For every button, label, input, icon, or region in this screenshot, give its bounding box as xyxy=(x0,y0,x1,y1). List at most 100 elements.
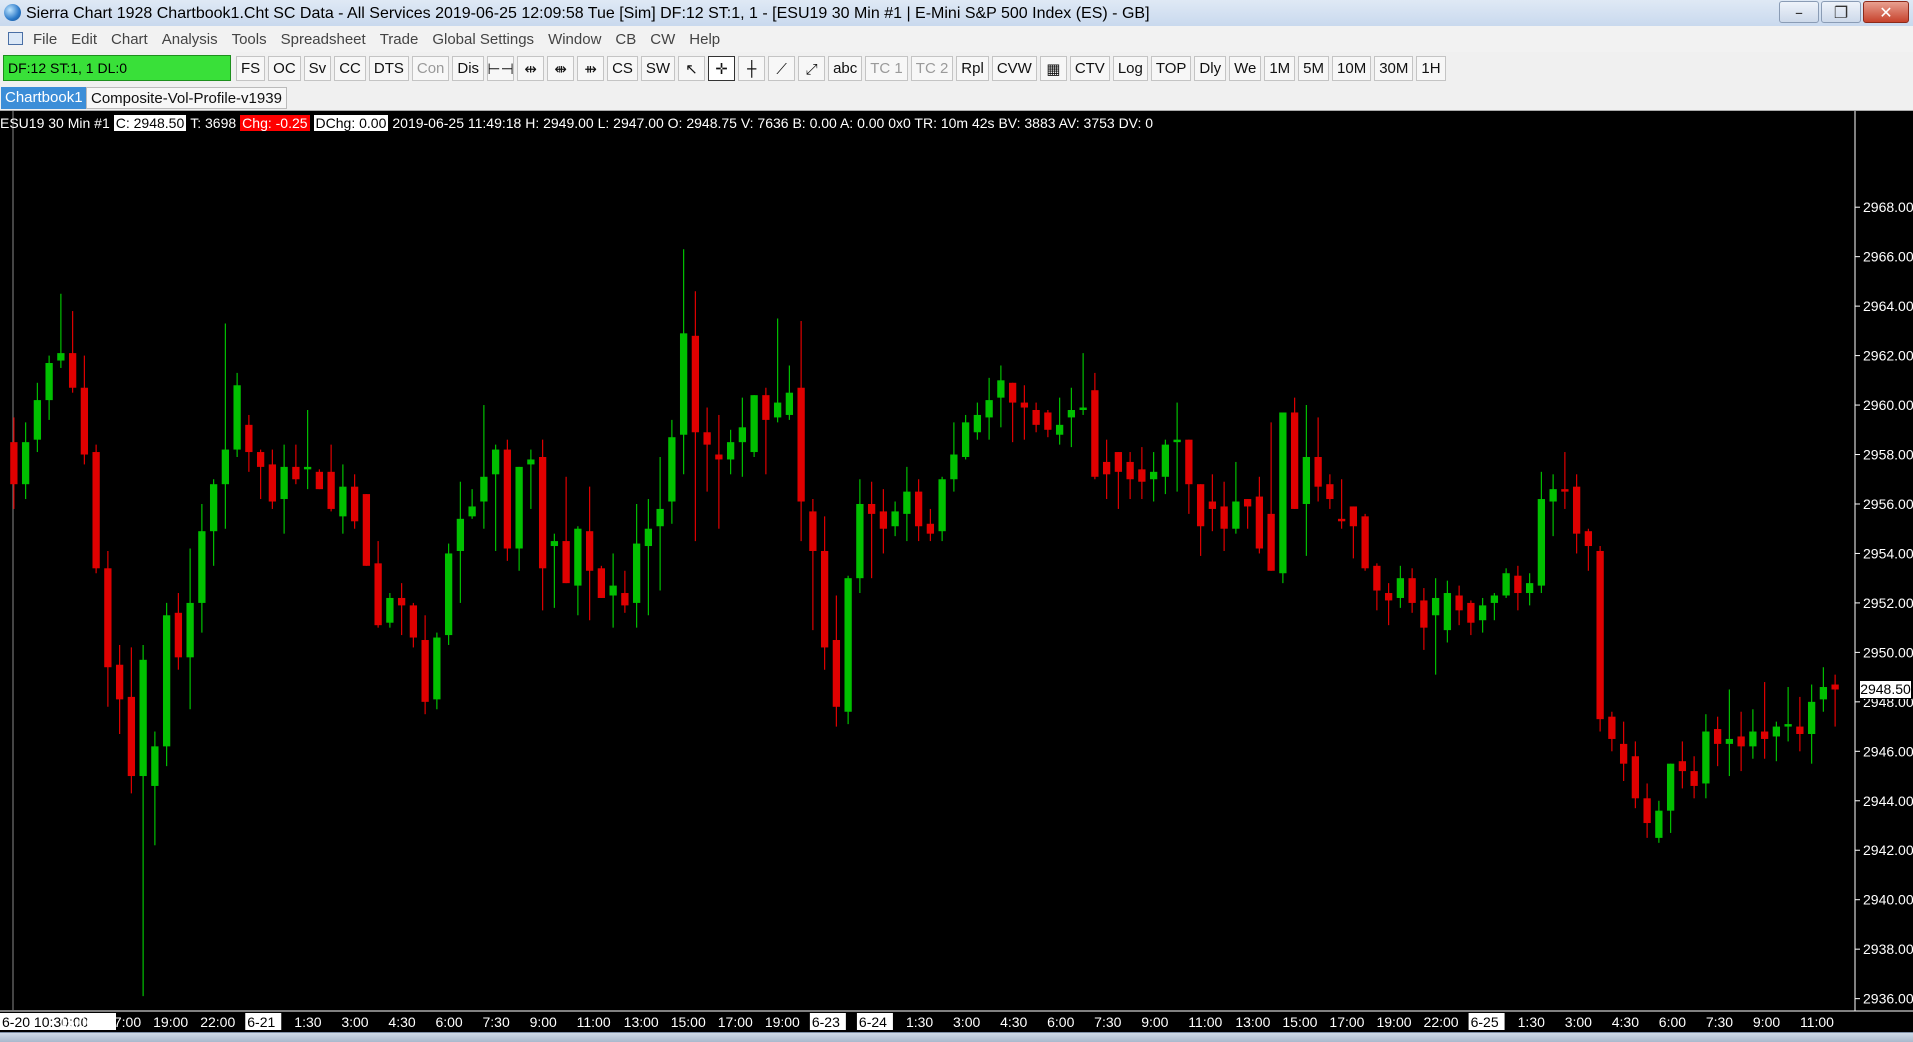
toolbar-button-we[interactable]: We xyxy=(1229,56,1262,81)
restore-icon[interactable]: ❐ xyxy=(1821,1,1861,23)
x-tick-label: 11:00 xyxy=(577,1014,611,1030)
menu-trade[interactable]: Trade xyxy=(380,31,419,48)
info-trades: T: 3698 xyxy=(190,115,237,131)
candle-body xyxy=(409,605,418,638)
menu-cb[interactable]: CB xyxy=(615,31,636,48)
values-icon[interactable]: ┼ xyxy=(738,56,766,81)
toolbar-button-abc[interactable]: abc xyxy=(828,56,863,81)
candle-body xyxy=(597,568,606,598)
toolbar-button-top[interactable]: TOP xyxy=(1150,56,1192,81)
toolbar-button-sv[interactable]: Sv xyxy=(303,56,332,81)
candle-body xyxy=(362,494,371,566)
candle-body xyxy=(1243,499,1252,507)
candle-body xyxy=(151,746,159,786)
x-date-label: 6-23 xyxy=(812,1014,840,1030)
status-indicator[interactable]: DF:12 ST:1, 1 DL:0 xyxy=(3,55,231,81)
toolbar-button-tc-2[interactable]: TC 2 xyxy=(910,56,954,81)
candle-body xyxy=(609,585,617,596)
minimize-icon[interactable]: – xyxy=(1779,1,1819,23)
x-tick-label: 3:00 xyxy=(1565,1014,1592,1030)
toolbar-button-rpl[interactable]: Rpl xyxy=(956,56,989,81)
menu-cw[interactable]: CW xyxy=(650,31,675,48)
menu-global-settings[interactable]: Global Settings xyxy=(432,31,534,48)
y-tick-label: 2952.00 xyxy=(1863,595,1913,611)
info-daily-change: DChg: 0.00 xyxy=(313,115,389,131)
menu-tools[interactable]: Tools xyxy=(232,31,267,48)
toolbar-button-fs[interactable]: FS xyxy=(236,56,266,81)
candle-body xyxy=(1138,469,1146,482)
document-icon[interactable] xyxy=(8,32,23,45)
candle-body xyxy=(1326,484,1334,500)
candle-body xyxy=(1643,798,1651,824)
x-tick-label: 1:30 xyxy=(1518,1014,1545,1030)
toolbar-button-1h[interactable]: 1H xyxy=(1416,56,1446,81)
menu-edit[interactable]: Edit xyxy=(71,31,97,48)
menu-chart[interactable]: Chart xyxy=(111,31,148,48)
x-date-label: 6-24 xyxy=(859,1014,887,1030)
toolbar-button-sw[interactable]: SW xyxy=(640,56,676,81)
candle-body xyxy=(1337,518,1346,522)
candle-body xyxy=(1666,763,1675,811)
x-tick-label: 7:30 xyxy=(1706,1014,1733,1030)
pointer-icon[interactable]: ↖ xyxy=(678,56,706,81)
menu-file[interactable]: File xyxy=(33,31,57,48)
candle-body xyxy=(656,508,664,527)
tab-composite-vol-profile[interactable]: Composite-Vol-Profile-v1939 xyxy=(86,87,287,109)
x-tick-label: 6:00 xyxy=(435,1014,462,1030)
toolbar-button-5m[interactable]: 5M xyxy=(1298,56,1330,81)
candle-body xyxy=(221,449,230,485)
candle-body xyxy=(1584,531,1593,547)
candle-body xyxy=(856,503,864,579)
candle-body xyxy=(268,464,277,502)
toolbar-button-dis[interactable]: Dis xyxy=(452,56,485,81)
candle-body xyxy=(33,400,42,440)
y-tick-label: 2946.00 xyxy=(1863,743,1913,759)
candle-body xyxy=(1784,724,1792,727)
expand-icon[interactable]: ⇹ xyxy=(517,56,545,81)
toolbar-button-con[interactable]: Con xyxy=(411,56,450,81)
x-tick-label: 7:30 xyxy=(483,1014,510,1030)
calendar-icon[interactable]: ▦ xyxy=(1039,56,1067,81)
toolbar-button-cvw[interactable]: CVW xyxy=(991,56,1037,81)
toolbar-button-dly[interactable]: Dly xyxy=(1194,56,1227,81)
toolbar-button-dts[interactable]: DTS xyxy=(368,56,409,81)
x-tick-label: 19:00 xyxy=(1376,1014,1411,1030)
candle-body xyxy=(386,597,394,623)
candle-body xyxy=(1619,743,1628,764)
candle-body xyxy=(115,664,124,700)
y-tick-label: 2950.00 xyxy=(1863,644,1913,660)
interval-icon[interactable]: ⊢⊣ xyxy=(487,56,515,81)
candle-body xyxy=(750,395,758,453)
ray-tool-icon[interactable]: ⤢ xyxy=(798,56,826,81)
candle-body xyxy=(1373,565,1381,591)
line-tool-icon[interactable]: ⟋ xyxy=(768,56,796,81)
price-chart[interactable]: 2968.00 2966.00 2964.00 2962.00 2960.00 2958.… xyxy=(0,111,1913,1041)
toolbar-button-tc-1[interactable]: TC 1 xyxy=(865,56,908,81)
menu-spreadsheet[interactable]: Spreadsheet xyxy=(281,31,366,48)
toolbar-button-oc[interactable]: OC xyxy=(268,56,301,81)
x-tick-label: 1:30 xyxy=(294,1014,321,1030)
toolbar-button-30m[interactable]: 30M xyxy=(1374,56,1414,81)
toolbar-button-cs[interactable]: CS xyxy=(607,56,638,81)
crosshair-icon[interactable]: ✛ xyxy=(708,56,736,81)
toolbar-button-ctv[interactable]: CTV xyxy=(1069,56,1110,81)
close-icon[interactable]: ✕ xyxy=(1863,1,1909,23)
candle-body xyxy=(186,602,194,658)
toolbar-button-log[interactable]: Log xyxy=(1112,56,1148,81)
toolbar-button-10m[interactable]: 10M xyxy=(1332,56,1372,81)
x-tick-label: 3:00 xyxy=(341,1014,368,1030)
toolbar-button-1m[interactable]: 1M xyxy=(1264,56,1296,81)
toolbar-button-cc[interactable]: CC xyxy=(334,56,366,81)
menu-help[interactable]: Help xyxy=(689,31,720,48)
candlestick-chart[interactable]: 2968.00 2966.00 2964.00 2962.00 2960.00 2958.… xyxy=(0,111,1913,1041)
x-tick-label: 3:00 xyxy=(953,1014,980,1030)
candle-body xyxy=(1561,489,1569,492)
menu-window[interactable]: Window xyxy=(548,31,601,48)
tab-chartbook1[interactable]: Chartbook1 xyxy=(1,87,87,109)
y-tick-label: 2938.00 xyxy=(1863,941,1913,957)
menu-analysis[interactable]: Analysis xyxy=(162,31,218,48)
x-tick-label: 4:30 xyxy=(388,1014,415,1030)
candle-body xyxy=(1126,461,1134,480)
split-icon[interactable]: ⇼ xyxy=(547,56,575,81)
split-alt-icon[interactable]: ⇻ xyxy=(577,56,605,81)
